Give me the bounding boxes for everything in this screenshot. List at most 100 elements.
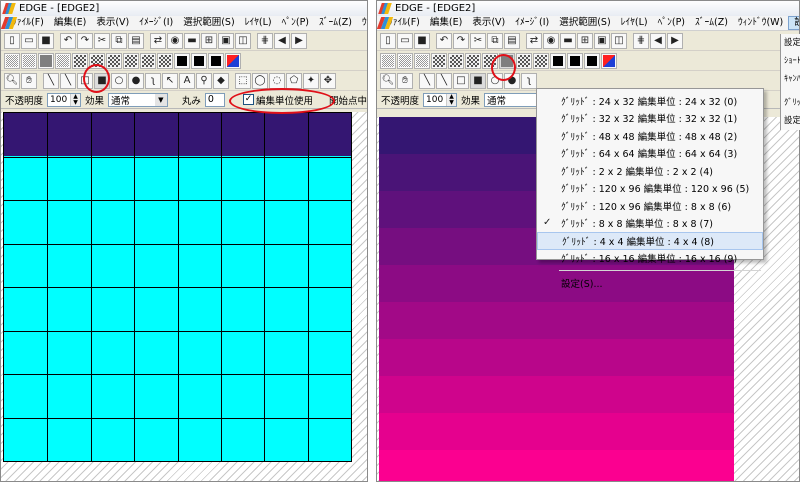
settings-menu-item[interactable]: ｸﾞﾘｯ [781, 94, 800, 112]
select-poly-icon[interactable]: ⬠ [286, 72, 302, 89]
opacity-stepper[interactable]: 100 ▲ ▼ [47, 92, 82, 107]
pattern-dark-icon[interactable] [106, 52, 122, 69]
select-ellipse-icon[interactable]: ◯ [252, 72, 268, 89]
pattern-medium-icon[interactable] [431, 52, 447, 69]
pattern-solid-icon[interactable] [550, 52, 566, 69]
pattern-mix-icon[interactable] [516, 52, 532, 69]
dropper-tool-icon[interactable]: ⚲ [196, 72, 212, 89]
anim-icon[interactable]: ▣ [594, 32, 610, 49]
menu-selection[interactable]: 選択範囲(S) [178, 16, 239, 30]
pattern-dense-icon[interactable] [448, 52, 464, 69]
text-tool-icon[interactable]: A [179, 72, 195, 89]
filled-ellipse-tool-icon[interactable]: ● [128, 72, 144, 89]
menu-pen[interactable]: ﾍﾟﾝ(P) [653, 16, 690, 30]
open-folder-icon[interactable]: ▭ [397, 32, 413, 49]
pattern-mix-icon[interactable] [140, 52, 156, 69]
pattern-heavy-icon[interactable] [533, 52, 549, 69]
prev-icon[interactable]: ◀ [650, 32, 666, 49]
anim-icon[interactable]: ▣ [218, 32, 234, 49]
menu-view[interactable]: 表示(V) [91, 16, 134, 30]
filled-rect-tool-icon[interactable]: ■ [470, 72, 486, 89]
redo-icon[interactable]: ↷ [453, 32, 469, 49]
curve-tool-icon[interactable]: ʅ [521, 72, 537, 89]
grid-option[interactable]: ｸﾞﾘｯﾄﾞ : 120 x 96 編集単位 : 120 x 96 (5) [537, 180, 763, 198]
settings-menu-item[interactable]: 設定 [781, 112, 800, 130]
spin-arrows-icon[interactable]: ▲ ▼ [446, 93, 457, 106]
hand-tool-icon[interactable]: ✋︎ [21, 72, 37, 89]
preview-icon[interactable]: ◫ [611, 32, 627, 49]
layer-icon[interactable]: ▬ [184, 32, 200, 49]
pattern-dots-icon[interactable] [4, 52, 20, 69]
cut-icon[interactable]: ✂ [94, 32, 110, 49]
menu-zoom[interactable]: ｽﾞｰﾑ(Z) [314, 16, 357, 30]
grid-settings-item[interactable]: 設定(S)... [537, 274, 763, 292]
select-rect-icon[interactable]: ⬚ [235, 72, 251, 89]
menu-window[interactable]: ｳｨﾝﾄﾞｳ(W) [733, 16, 788, 30]
menu-zoom[interactable]: ｽﾞｰﾑ(Z) [690, 16, 733, 30]
line-tool-icon[interactable]: ╲ [60, 72, 76, 89]
preview-icon[interactable]: ◫ [235, 32, 251, 49]
opacity-stepper[interactable]: 100 ▲ ▼ [423, 92, 458, 107]
settings-menu-item[interactable]: ｼｮｰﾄ [781, 52, 800, 70]
pattern-light-icon[interactable] [414, 52, 430, 69]
zoom-tool-icon[interactable]: 🔍︎ [4, 72, 20, 89]
rect-tool-icon[interactable]: □ [453, 72, 469, 89]
next-icon[interactable]: ▶ [667, 32, 683, 49]
menu-layer[interactable]: ﾚｲﾔ(L) [616, 16, 653, 30]
pattern-dots-icon[interactable] [380, 52, 396, 69]
save-icon[interactable]: ■ [414, 32, 430, 49]
ellipse-tool-icon[interactable]: ○ [111, 72, 127, 89]
menu-layer[interactable]: ﾚｲﾔ(L) [240, 16, 277, 30]
image-canvas[interactable] [3, 112, 352, 462]
pattern-checker-icon[interactable] [397, 52, 413, 69]
pattern-darker-icon[interactable] [123, 52, 139, 69]
settings-menu-item[interactable]: ｷｬﾝﾊﾞ [781, 70, 800, 88]
grid-option[interactable]: ｸﾞﾘｯﾄﾞ : 32 x 32 編集単位 : 32 x 32 (1) [537, 110, 763, 128]
grid-option[interactable]: ｸﾞﾘｯﾄﾞ : 2 x 2 編集単位 : 2 x 2 (4) [537, 162, 763, 180]
redo-icon[interactable]: ↷ [77, 32, 93, 49]
cut-icon[interactable]: ✂ [470, 32, 486, 49]
pattern-solid-icon[interactable] [191, 52, 207, 69]
pattern-black-icon[interactable] [567, 52, 583, 69]
palette-icon[interactable]: ◉ [167, 32, 183, 49]
pattern-black2-icon[interactable] [584, 52, 600, 69]
menu-selection[interactable]: 選択範囲(S) [554, 16, 615, 30]
menu-image[interactable]: ｲﾒｰｼﾞ(I) [134, 16, 178, 30]
menu-edit[interactable]: 編集(E) [49, 16, 91, 30]
pattern-medium-icon[interactable] [72, 52, 88, 69]
copy-icon[interactable]: ⧉ [487, 32, 503, 49]
grid-option[interactable]: ｸﾞﾘｯﾄﾞ : 64 x 64 編集単位 : 64 x 64 (3) [537, 145, 763, 163]
curve-tool-icon[interactable]: ʅ [145, 72, 161, 89]
pen-tool-icon[interactable]: ╲ [43, 72, 59, 89]
fill-tool-icon[interactable]: ◆ [213, 72, 229, 89]
line-tool-icon[interactable]: ╲ [436, 72, 452, 89]
save-icon[interactable]: ■ [38, 32, 54, 49]
grid-option[interactable]: ｸﾞﾘｯﾄﾞ : 16 x 16 編集単位 : 16 x 16 (9) [537, 250, 763, 268]
magic-wand-icon[interactable]: ✦ [303, 72, 319, 89]
paste-icon[interactable]: ▤ [128, 32, 144, 49]
brush-tool-icon[interactable]: ↖ [162, 72, 178, 89]
next-icon[interactable]: ▶ [291, 32, 307, 49]
color-swap-icon[interactable] [225, 52, 241, 69]
hand-tool-icon[interactable]: ✋︎ [397, 72, 413, 89]
pattern-checker-icon[interactable] [21, 52, 37, 69]
grid-option-hover[interactable]: ｸﾞﾘｯﾄﾞ : 4 x 4 編集単位 : 4 x 4 (8) [537, 232, 763, 250]
zoom-tool-icon[interactable]: 🔍︎ [380, 72, 396, 89]
copy-icon[interactable]: ⧉ [111, 32, 127, 49]
menu-window[interactable]: ｳｨﾝﾄﾞｳ(W) [357, 16, 367, 30]
grid-option[interactable]: ｸﾞﾘｯﾄﾞ : 48 x 48 編集単位 : 48 x 48 (2) [537, 127, 763, 145]
spin-arrows-icon[interactable]: ▲ ▼ [70, 93, 81, 106]
grid-icon[interactable]: ⊞ [577, 32, 593, 49]
layer-icon[interactable]: ▬ [560, 32, 576, 49]
menu-pen[interactable]: ﾍﾟﾝ(P) [277, 16, 314, 30]
open-folder-icon[interactable]: ▭ [21, 32, 37, 49]
lasso-icon[interactable]: ◌ [269, 72, 285, 89]
move-icon[interactable]: ✥ [320, 72, 336, 89]
menu-view[interactable]: 表示(V) [467, 16, 510, 30]
pen-tool-icon[interactable]: ╲ [419, 72, 435, 89]
color-swap-icon[interactable] [601, 52, 617, 69]
pattern-black2-icon[interactable] [208, 52, 224, 69]
new-file-icon[interactable]: ▯ [380, 32, 396, 49]
pattern-black-icon[interactable] [174, 52, 190, 69]
grid-option[interactable]: ｸﾞﾘｯﾄﾞ : 24 x 32 編集単位 : 24 x 32 (0) [537, 92, 763, 110]
